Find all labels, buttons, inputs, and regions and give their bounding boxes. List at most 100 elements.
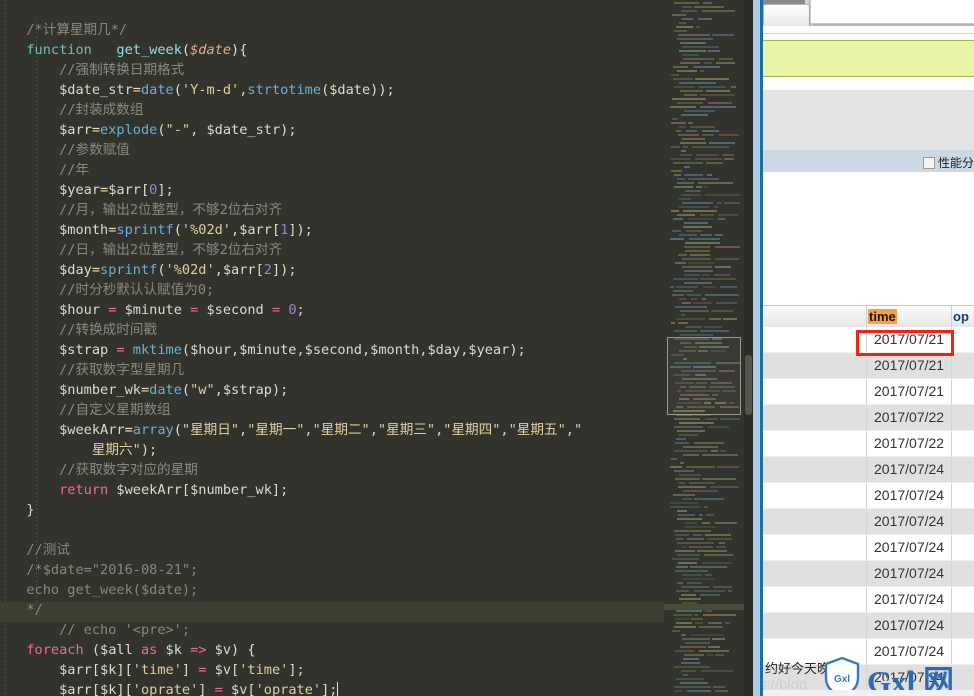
table-row[interactable]: 2017/07/22 <box>763 405 974 431</box>
cell-divider <box>951 431 952 456</box>
browser-scroll-corner <box>763 690 974 696</box>
minimap-line-segment <box>702 274 710 276</box>
minimap-line-segment <box>671 170 682 172</box>
table-row[interactable]: 2017/07/24 <box>763 561 974 587</box>
minimap-line-segment <box>673 162 703 164</box>
code-editor[interactable]: /*计算星期几*/ function get_week($date){ //强制… <box>0 0 664 696</box>
minimap-line-segment <box>674 530 711 532</box>
minimap-line-segment <box>674 426 703 428</box>
minimap-line-segment <box>675 534 689 536</box>
minimap-line-segment <box>674 690 682 692</box>
minimap-line-segment <box>683 674 688 676</box>
minimap-line-segment <box>694 442 724 444</box>
minimap-line-segment <box>687 690 711 692</box>
code-line: $arr=explode("-", $date_str); <box>59 122 297 138</box>
table-row[interactable]: 2017/07/24 <box>763 587 974 613</box>
minimap-line-segment <box>708 622 722 624</box>
minimap-line-segment <box>700 214 714 216</box>
browser-tab[interactable] <box>763 4 810 27</box>
table-row[interactable]: 2017/07/24 <box>763 509 974 535</box>
minimap-line-segment <box>677 182 694 184</box>
minimap-line-segment <box>708 646 720 648</box>
minimap-line-segment <box>693 534 702 536</box>
minimap-line-segment <box>684 654 704 656</box>
column-header-time[interactable]: time <box>868 306 897 328</box>
code-line: $arr[$k]['time'] = $v['time']; <box>59 662 305 678</box>
minimap-line-segment <box>677 102 703 104</box>
minimap-line-segment <box>677 510 687 512</box>
minimap-line-segment <box>677 214 695 216</box>
cell-time: 2017/07/24 <box>874 513 945 529</box>
minimap-line-segment <box>719 134 739 136</box>
code-line: $day=sprintf('%02d',$arr[2]); <box>59 262 297 278</box>
minimap-line-segment <box>708 426 729 428</box>
code-line: //转换成时间戳 <box>59 322 158 338</box>
minimap-current-line <box>664 604 744 610</box>
code-line: 星期六"); <box>91 442 158 458</box>
minimap-line-segment <box>722 154 734 156</box>
minimap-line-segment <box>684 94 697 96</box>
table-row[interactable]: 2017/07/24 <box>763 483 974 509</box>
minimap-line-segment <box>675 550 695 552</box>
cell-divider <box>951 379 952 404</box>
cell-time: 2017/07/24 <box>874 539 945 555</box>
minimap-line-segment <box>683 146 688 148</box>
table-row[interactable]: 2017/07/24 <box>763 457 974 483</box>
minimap-line-segment <box>683 210 717 212</box>
minimap-line-segment <box>686 466 715 468</box>
minimap-line-segment <box>679 482 685 484</box>
code-line: //年 <box>59 162 90 178</box>
code-line: echo get_week($date); <box>26 582 199 598</box>
minimap-line-segment <box>682 574 702 576</box>
cell-time: 2017/07/24 <box>874 487 945 503</box>
minimap-line-segment <box>679 434 698 436</box>
table-row[interactable]: 2017/07/24 <box>763 613 974 639</box>
minimap-line-segment <box>684 110 715 112</box>
table-row[interactable]: 2017/07/24 <box>763 535 974 561</box>
minimap-line-segment <box>673 278 698 280</box>
minimap-line-segment <box>685 242 720 244</box>
minimap-line-segment <box>676 286 698 288</box>
minimap-line-segment <box>700 594 720 596</box>
autocomplete-popover[interactable]: time <box>810 0 974 24</box>
minimap-line-segment <box>700 94 735 96</box>
minimap-line-segment <box>695 158 722 160</box>
cell-divider <box>951 405 952 430</box>
notification-bar[interactable] <box>763 40 974 77</box>
perf-analysis-checkbox[interactable] <box>922 156 935 169</box>
minimap-line-segment <box>674 418 700 420</box>
cell-divider <box>866 587 867 612</box>
table-row[interactable]: 2017/07/22 <box>763 431 974 457</box>
cell-divider <box>866 483 867 508</box>
column-header-oprate[interactable]: op <box>953 306 969 328</box>
minimap-line-segment <box>684 246 710 248</box>
minimap-line-segment <box>693 302 712 304</box>
code-minimap[interactable] <box>664 0 744 696</box>
minimap-line-segment <box>675 650 694 652</box>
minimap-line-segment <box>707 174 712 176</box>
minimap-line-segment <box>709 318 721 320</box>
minimap-line-segment <box>706 514 714 516</box>
table-row[interactable]: 2017/07/21 <box>763 379 974 405</box>
minimap-line-segment <box>671 458 677 460</box>
minimap-line-segment <box>705 418 718 420</box>
minimap-line-segment <box>681 634 686 636</box>
minimap-line-segment <box>679 234 697 236</box>
column-header-time-label: time <box>868 309 897 324</box>
table-row[interactable]: 2017/07/21 <box>763 327 974 353</box>
minimap-line-segment <box>675 618 689 620</box>
scrollbar-thumb[interactable] <box>745 355 752 415</box>
table-row[interactable]: 2017/07/21 <box>763 353 974 379</box>
minimap-line-segment <box>677 554 700 556</box>
editor-vertical-scrollbar[interactable] <box>745 0 752 696</box>
perf-analysis-option[interactable]: 性能分 <box>922 154 974 171</box>
minimap-line-segment <box>683 58 714 60</box>
minimap-line-segment <box>678 134 699 136</box>
minimap-line-segment <box>718 218 725 220</box>
minimap-line-segment <box>671 158 691 160</box>
cell-divider <box>866 561 867 586</box>
minimap-line-segment <box>696 26 700 28</box>
minimap-line-segment <box>716 62 735 64</box>
minimap-line-segment <box>709 142 735 144</box>
minimap-viewport-slider[interactable] <box>667 337 741 415</box>
